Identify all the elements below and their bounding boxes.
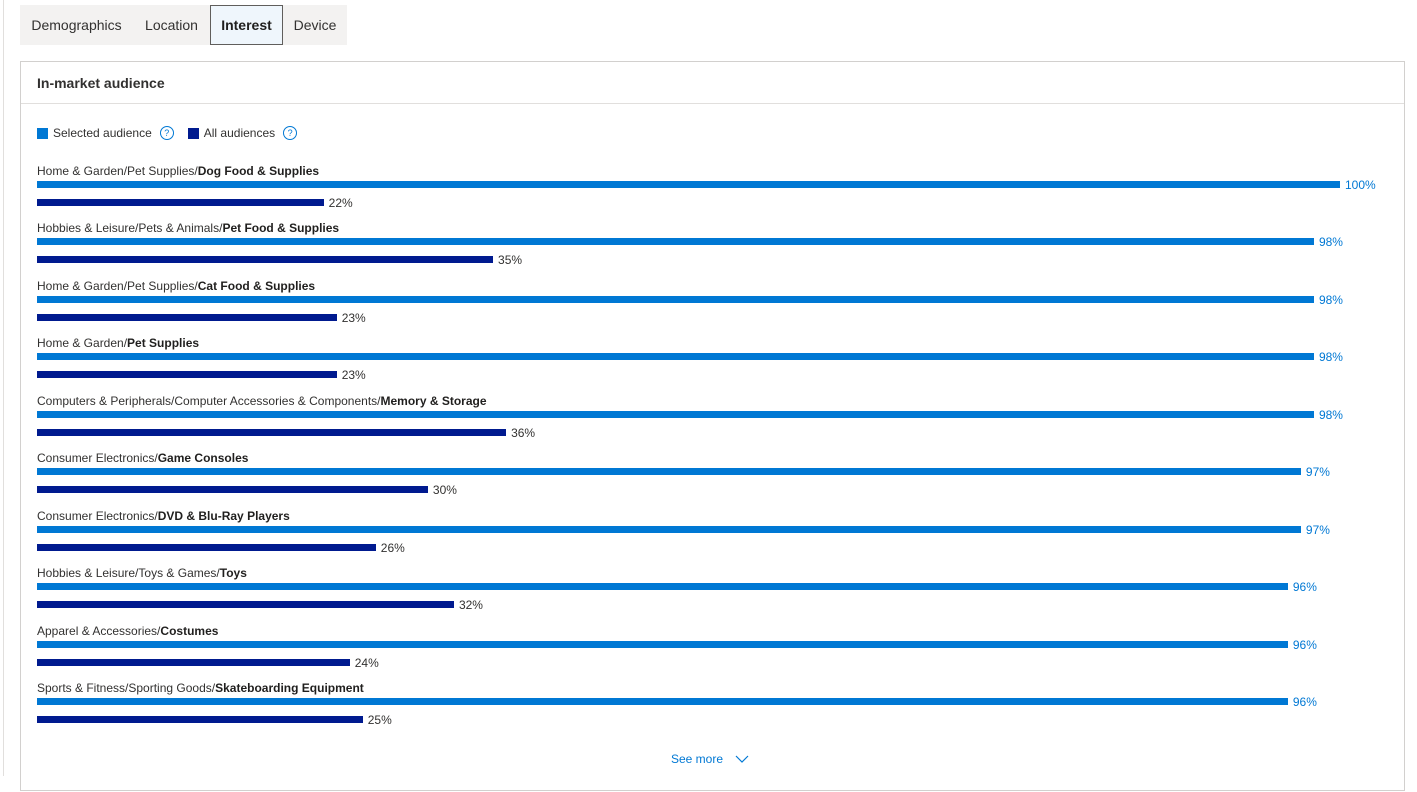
value-label-all: 36%	[511, 425, 536, 440]
bar-selected-audience[interactable]	[37, 181, 1340, 188]
category-leaf: Dog Food & Supplies	[197, 164, 320, 178]
category-label: Computers & Peripherals/Computer Accesso…	[37, 394, 487, 408]
bar-all-audiences[interactable]	[37, 716, 363, 724]
category-path: Apparel & Accessories/	[37, 623, 161, 638]
category-label: Home & Garden/Pet Supplies	[37, 336, 199, 350]
category-path: Home & Garden/Pet Supplies/	[37, 164, 198, 178]
value-label-selected: 100%	[1345, 178, 1376, 192]
category-leaf: Skateboarding Equipment	[215, 681, 364, 696]
value-label-selected: 96%	[1292, 695, 1317, 710]
category-leaf: Cat Food & Supplies	[197, 278, 316, 293]
category-leaf: Pet Supplies	[127, 336, 200, 351]
value-label-all: 23%	[341, 368, 366, 383]
tab-demographics[interactable]: Demographics	[20, 5, 133, 45]
category-path: Hobbies & Leisure/Pets & Animals/	[37, 221, 223, 236]
bar-selected-audience[interactable]	[37, 238, 1314, 246]
bar-selected-audience[interactable]	[37, 468, 1301, 476]
category-leaf: Memory & Storage	[380, 393, 487, 408]
bar-selected-audience[interactable]	[37, 583, 1288, 591]
page-left-border	[3, 0, 4, 776]
see-more-label: See more	[671, 752, 724, 766]
bar-selected-audience[interactable]	[37, 295, 1314, 303]
tab-interest[interactable]: Interest	[210, 5, 283, 45]
value-label-all: 32%	[458, 598, 483, 613]
bar-selected-audience[interactable]	[37, 698, 1288, 706]
bar-all-audiences[interactable]	[37, 543, 376, 551]
category-path: Sports & Fitness/Sporting Goods/	[37, 681, 216, 696]
category-path: Hobbies & Leisure/Toys & Games/	[37, 566, 220, 581]
bar-all-audiences[interactable]	[37, 371, 337, 379]
category-label: Consumer Electronics/DVD & Blu-Ray Playe…	[37, 509, 290, 523]
category-path: Computers & Peripherals/Computer Accesso…	[37, 393, 381, 408]
category-path: Home & Garden/Pet Supplies/	[37, 278, 198, 293]
category-label: Home & Garden/Pet Supplies/Cat Food & Su…	[37, 279, 315, 293]
bar-all-audiences[interactable]	[37, 658, 350, 666]
tab-device[interactable]: Device	[283, 5, 347, 45]
value-label-all: 22%	[328, 196, 353, 210]
category-label: Hobbies & Leisure/Toys & Games/Toys	[37, 566, 247, 580]
value-label-selected: 97%	[1305, 465, 1330, 480]
category-path: Home & Garden/	[37, 336, 128, 351]
category-leaf: Costumes	[160, 623, 219, 638]
value-label-all: 35%	[498, 253, 523, 268]
bar-selected-audience[interactable]	[37, 353, 1314, 361]
tab-bar: Demographics Location Interest Device	[20, 5, 347, 45]
category-leaf: Toys	[219, 566, 247, 581]
value-label-selected: 98%	[1318, 350, 1343, 365]
value-label-all: 23%	[341, 310, 366, 325]
category-leaf: Pet Food & Supplies	[222, 221, 340, 236]
category-label: Apparel & Accessories/Costumes	[37, 624, 218, 638]
see-more-button[interactable]: See more	[671, 752, 749, 766]
in-market-audience-card: In-market audience Selected audience ? A…	[20, 61, 1405, 791]
value-label-selected: 96%	[1292, 580, 1317, 595]
category-label: Sports & Fitness/Sporting Goods/Skateboa…	[37, 681, 364, 695]
value-label-selected: 98%	[1318, 292, 1343, 307]
bar-all-audiences[interactable]	[37, 428, 507, 436]
category-leaf: DVD & Blu-Ray Players	[157, 508, 290, 523]
bar-all-audiences[interactable]	[37, 199, 324, 206]
category-path: Consumer Electronics/	[37, 451, 158, 466]
value-label-all: 25%	[367, 713, 392, 728]
category-label: Consumer Electronics/Game Consoles	[37, 451, 248, 465]
value-label-selected: 96%	[1292, 637, 1317, 652]
bar-selected-audience[interactable]	[37, 525, 1301, 533]
bar-chart: Home & Garden/Pet Supplies/Dog Food & Su…	[21, 62, 1406, 792]
bar-all-audiences[interactable]	[37, 601, 454, 609]
value-label-all: 24%	[354, 655, 379, 670]
category-path: Consumer Electronics/	[37, 508, 158, 523]
category-label: Home & Garden/Pet Supplies/Dog Food & Su…	[37, 164, 319, 178]
value-label-selected: 97%	[1305, 522, 1330, 537]
bar-all-audiences[interactable]	[37, 256, 494, 264]
bar-all-audiences[interactable]	[37, 486, 428, 494]
value-label-selected: 98%	[1318, 407, 1343, 422]
value-label-all: 26%	[380, 540, 405, 555]
value-label-selected: 98%	[1318, 235, 1343, 250]
bar-all-audiences[interactable]	[37, 313, 337, 321]
category-label: Hobbies & Leisure/Pets & Animals/Pet Foo…	[37, 221, 339, 235]
chevron-down-icon	[735, 755, 749, 763]
bar-selected-audience[interactable]	[37, 640, 1288, 648]
value-label-all: 30%	[432, 483, 457, 498]
tab-location[interactable]: Location	[133, 5, 210, 45]
category-leaf: Game Consoles	[157, 451, 249, 466]
bar-selected-audience[interactable]	[37, 410, 1314, 418]
